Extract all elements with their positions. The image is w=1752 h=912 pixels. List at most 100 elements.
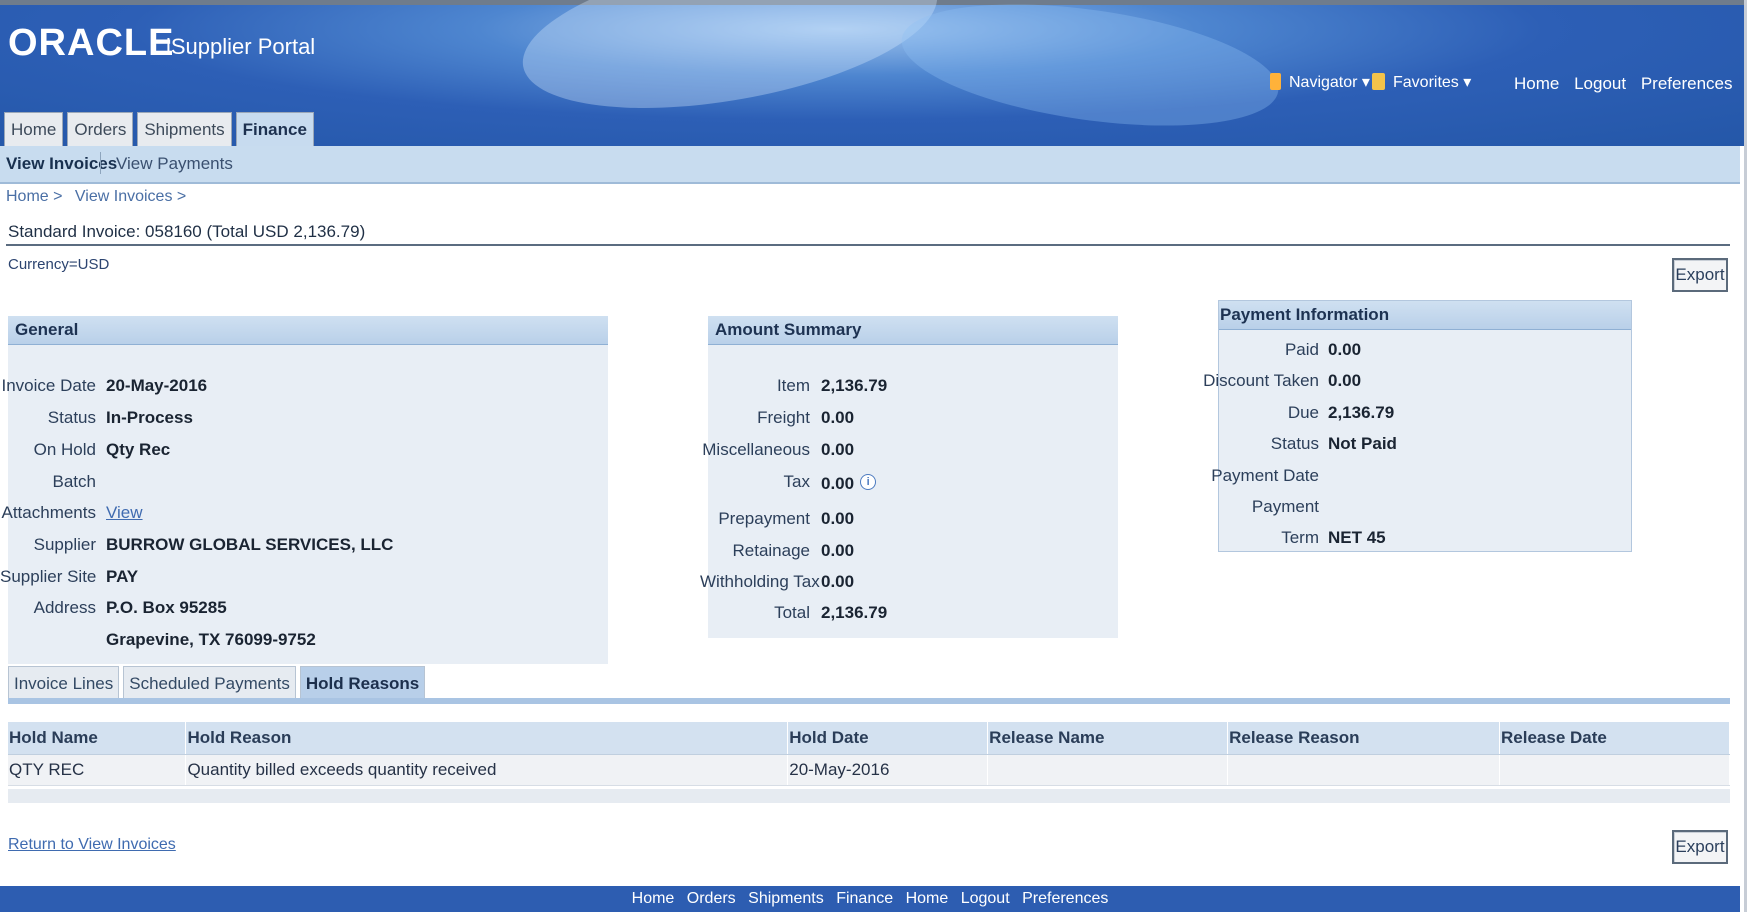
footer-shipments-link[interactable]: Shipments bbox=[748, 890, 824, 907]
tab-underline bbox=[8, 698, 1730, 704]
tab-scheduled-payments[interactable]: Scheduled Payments bbox=[123, 666, 296, 700]
field-value: 0.00 bbox=[821, 474, 855, 493]
field-label: Supplier Site bbox=[0, 567, 97, 586]
column-header[interactable]: Release Date bbox=[1499, 722, 1730, 755]
column-header[interactable]: Release Reason bbox=[1227, 722, 1501, 755]
field-label: Freight bbox=[757, 408, 810, 427]
amount-summary-title: Amount Summary bbox=[708, 316, 1118, 345]
field-label: Discount Taken bbox=[1203, 371, 1319, 390]
tax-value-group: 0.00 i bbox=[821, 474, 877, 494]
field-value: BURROW GLOBAL SERVICES, LLC bbox=[106, 535, 394, 554]
field-value: PAY bbox=[106, 567, 139, 586]
table-cell: Quantity billed exceeds quantity receive… bbox=[185, 754, 789, 786]
field-value: In-Process bbox=[106, 408, 193, 427]
attachments-view-link[interactable]: View bbox=[106, 503, 143, 523]
payment-information-title: Payment Information bbox=[1219, 301, 1631, 330]
tab-finance[interactable]: Finance bbox=[235, 112, 314, 146]
hold-reasons-table: Hold Name Hold Reason Hold Date Release … bbox=[8, 722, 1730, 786]
subnav-view-payments[interactable]: View Payments bbox=[116, 154, 233, 174]
field-value: 0.00 bbox=[1328, 371, 1362, 390]
field-label: Due bbox=[1287, 403, 1319, 422]
field-value: 20-May-2016 bbox=[106, 376, 208, 395]
field-label: Address bbox=[33, 598, 96, 617]
portal-title: iSupplier Portal bbox=[166, 34, 316, 59]
header-swirl bbox=[511, 0, 949, 136]
field-label: Attachments bbox=[1, 503, 97, 522]
breadcrumb: Home > View Invoices > bbox=[6, 188, 194, 206]
tab-hold-reasons[interactable]: Hold Reasons bbox=[299, 666, 426, 700]
table-row: QTY REC Quantity billed exceeds quantity… bbox=[8, 754, 1730, 786]
footer-home-link[interactable]: Home bbox=[632, 890, 675, 907]
global-logout-link[interactable]: Logout bbox=[1574, 74, 1626, 93]
footer-home-link[interactable]: Home bbox=[906, 890, 949, 907]
footer-logout-link[interactable]: Logout bbox=[961, 890, 1010, 907]
tab-invoice-lines[interactable]: Invoice Lines bbox=[8, 666, 120, 700]
tab-home[interactable]: Home bbox=[4, 112, 64, 146]
field-label: Item bbox=[776, 376, 810, 395]
field-value: 0.00 bbox=[1328, 340, 1362, 359]
field-label: Batch bbox=[52, 472, 96, 491]
field-value: Grapevine, TX 76099-9752 bbox=[106, 630, 316, 649]
table-footer-bar bbox=[8, 789, 1730, 803]
field-value: 2,136.79 bbox=[1328, 403, 1395, 422]
field-label: Status bbox=[1270, 434, 1319, 453]
header-swirl bbox=[894, 0, 1286, 146]
breadcrumb-view-invoices[interactable]: View Invoices > bbox=[75, 188, 186, 205]
table-cell bbox=[1499, 754, 1730, 786]
field-value: 0.00 bbox=[821, 440, 855, 459]
field-value: 0.00 bbox=[821, 408, 855, 427]
title-divider bbox=[6, 244, 1730, 246]
column-header[interactable]: Release Name bbox=[987, 722, 1229, 755]
field-label: Tax bbox=[783, 472, 810, 491]
table-header-row: Hold Name Hold Reason Hold Date Release … bbox=[8, 722, 1730, 755]
footer-orders-link[interactable]: Orders bbox=[687, 890, 736, 907]
breadcrumb-home[interactable]: Home > bbox=[6, 188, 62, 205]
general-panel: General Invoice Date20-May-2016 bbox=[8, 316, 608, 664]
navigator-menu[interactable]: Navigator ▾ bbox=[1270, 72, 1370, 92]
export-button-bottom[interactable]: Export bbox=[1672, 830, 1728, 864]
field-value: 0.00 bbox=[821, 541, 855, 560]
currency-label: Currency=USD bbox=[8, 256, 110, 273]
footer-links: Home Orders Shipments Finance Home Logou… bbox=[0, 886, 1740, 912]
table-cell: 20-May-2016 bbox=[787, 754, 989, 786]
return-to-view-invoices-link[interactable]: Return to View Invoices bbox=[8, 836, 176, 854]
subnav-separator bbox=[100, 152, 101, 174]
field-label: Supplier bbox=[33, 535, 96, 554]
field-label: Miscellaneous bbox=[702, 440, 810, 459]
main-tabs: Home Orders Shipments Finance bbox=[4, 112, 314, 146]
favorites-label: Favorites ▾ bbox=[1393, 74, 1472, 91]
field-value: 2,136.79 bbox=[821, 603, 888, 622]
field-label: Retainage bbox=[732, 541, 810, 560]
field-value: 0.00 bbox=[821, 572, 855, 591]
field-label: Payment bbox=[1251, 497, 1319, 516]
table-cell: QTY REC bbox=[8, 754, 187, 786]
tab-shipments[interactable]: Shipments bbox=[137, 112, 232, 146]
navigator-label: Navigator ▾ bbox=[1289, 74, 1370, 91]
table-cell bbox=[987, 754, 1229, 786]
field-label: Status bbox=[47, 408, 96, 427]
info-icon[interactable]: i bbox=[860, 474, 877, 490]
page-frame: ORACLE iSupplier Portal Navigator ▾ Favo… bbox=[0, 0, 1747, 912]
global-home-link[interactable]: Home bbox=[1514, 74, 1559, 93]
field-value: Not Paid bbox=[1328, 434, 1397, 453]
field-value: Qty Rec bbox=[106, 440, 171, 459]
footer-finance-link[interactable]: Finance bbox=[836, 890, 893, 907]
sub-navigation: View Invoices View Payments bbox=[0, 146, 1740, 184]
export-button-top[interactable]: Export bbox=[1672, 258, 1728, 292]
app-header: ORACLE iSupplier Portal Navigator ▾ Favo… bbox=[0, 0, 1744, 146]
global-preferences-link[interactable]: Preferences bbox=[1641, 74, 1733, 93]
column-header[interactable]: Hold Date bbox=[787, 722, 989, 755]
tab-orders[interactable]: Orders bbox=[67, 112, 134, 146]
detail-tabs: Invoice Lines Scheduled Payments Hold Re… bbox=[8, 666, 426, 700]
field-value: 0.00 bbox=[821, 509, 855, 528]
footer-preferences-link[interactable]: Preferences bbox=[1022, 890, 1108, 907]
column-header[interactable]: Hold Reason bbox=[185, 722, 789, 755]
general-panel-title: General bbox=[8, 316, 608, 345]
global-links: Home Logout Preferences bbox=[1514, 74, 1743, 94]
column-header[interactable]: Hold Name bbox=[8, 722, 187, 755]
field-label: Paid bbox=[1284, 340, 1319, 359]
favorites-menu[interactable]: Favorites ▾ bbox=[1372, 72, 1471, 92]
field-value: 2,136.79 bbox=[821, 376, 888, 395]
field-label: Payment Date bbox=[1211, 466, 1319, 485]
table-cell bbox=[1227, 754, 1501, 786]
